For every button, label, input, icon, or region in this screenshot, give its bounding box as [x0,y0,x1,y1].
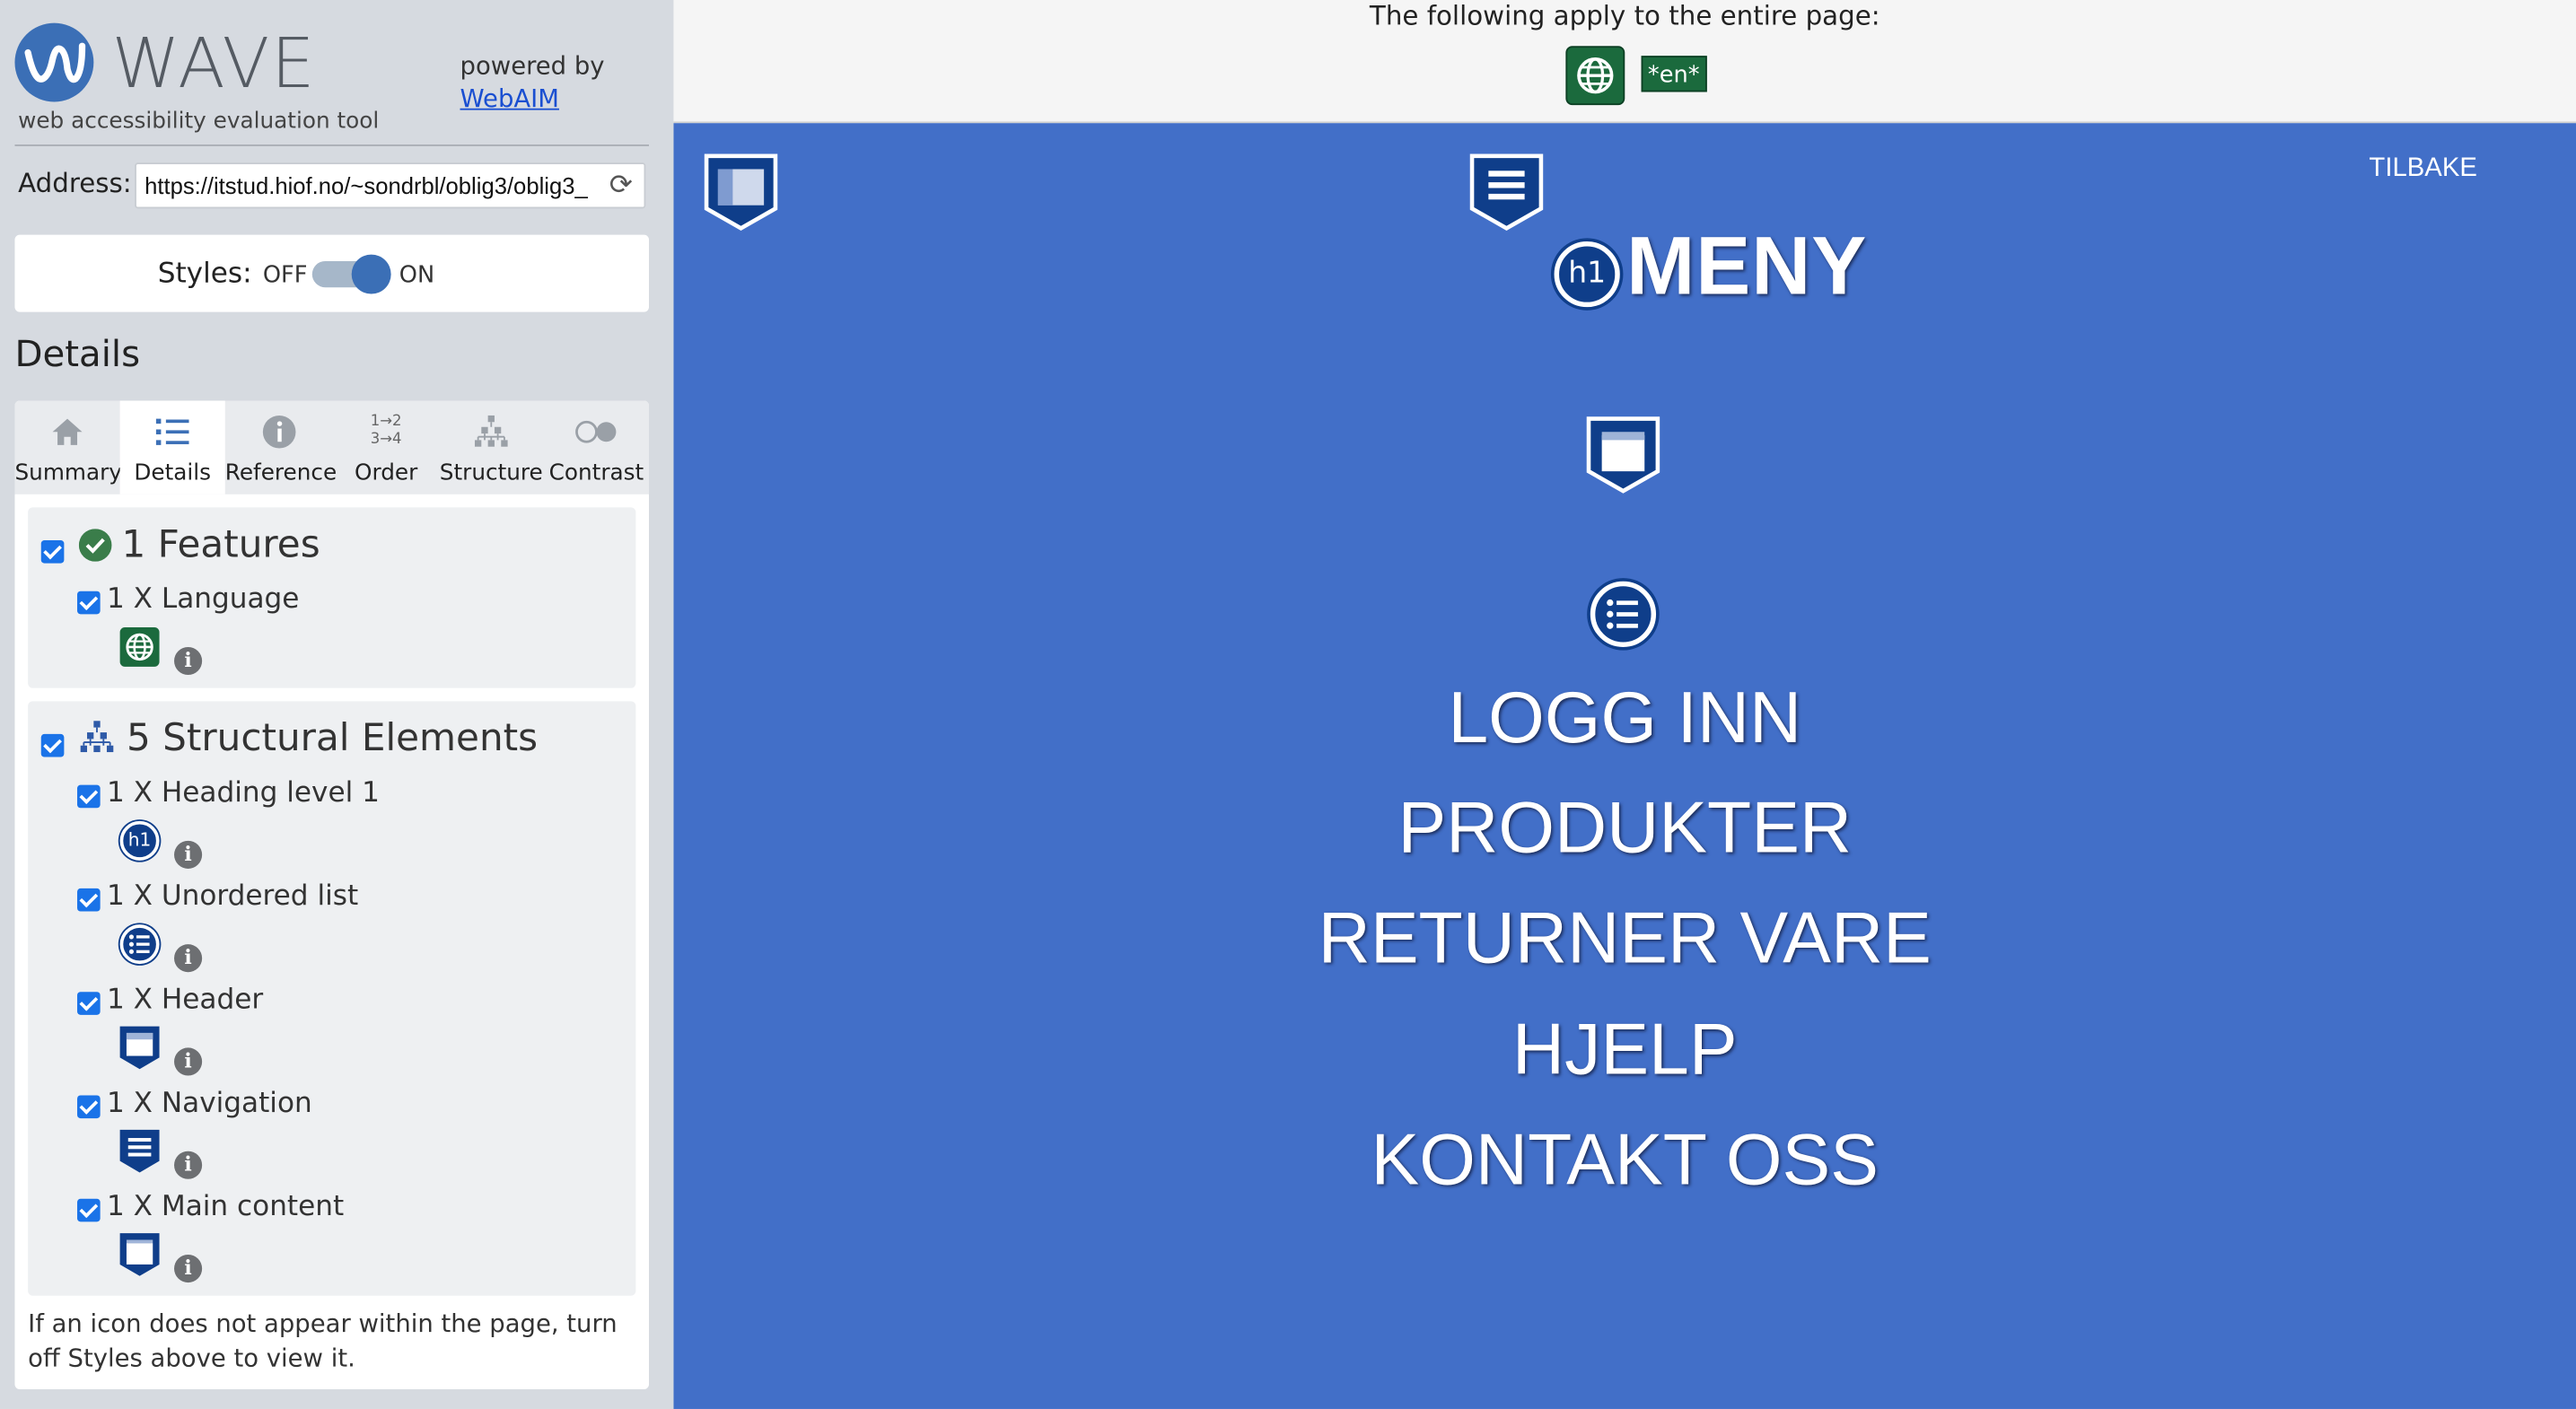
page-heading: MENY [1626,220,1868,312]
main-content-icon[interactable] [118,1231,162,1277]
structural-checkbox[interactable] [40,733,65,757]
header-checkbox[interactable] [77,992,101,1015]
styles-note: If an icon does not appear within the pa… [28,1308,618,1373]
language-info-icon[interactable]: i [174,646,203,676]
styles-on-label: ON [399,262,435,290]
structural-title: 5 Structural Elements [126,717,539,761]
heading-label: 1 X Heading level 1 [106,776,380,810]
nav-hjelp[interactable]: HJELP [673,1010,2576,1091]
powered-by-text: powered by [460,50,605,81]
main-content-info-icon[interactable]: i [174,1254,203,1283]
home-icon [14,414,119,450]
address-label: Address: [18,167,132,199]
info-icon [225,414,334,450]
language-badge[interactable]: *en* [1641,56,1706,92]
h1-icon[interactable]: h1 [119,820,160,861]
tab-contrast-label: Contrast [548,459,644,486]
tab-details-label: Details [134,459,212,486]
tab-reference[interactable]: Reference [224,400,337,494]
page-language-icon[interactable] [1565,46,1625,106]
list-icon [120,414,225,450]
tab-structure[interactable]: Structure [439,400,544,494]
language-label: 1 X Language [106,582,300,617]
heading-info-icon[interactable]: i [174,840,203,869]
tab-summary[interactable]: Summary [14,400,122,494]
navigation-label: 1 X Navigation [106,1087,312,1120]
order-icon: 1→2 3→4 [370,414,402,449]
address-input[interactable]: https://itstud.hiof.no/~sondrbl/oblig3/o… [135,162,646,209]
structure-group-icon [80,721,114,753]
page-info-bar: The following apply to the entire page: … [673,0,2576,124]
nav-logg-inn[interactable]: LOGG INN [673,678,2576,760]
unordered-list-label: 1 X Unordered list [106,880,359,914]
navigation-checkbox[interactable] [77,1095,101,1119]
details-panel: Summary Details Reference 1→2 3→4 Order … [14,400,650,1390]
webaim-link[interactable]: WebAIM [460,82,605,115]
tab-reference-label: Reference [224,459,337,486]
heading-checkbox[interactable] [77,784,101,809]
tab-order-label: Order [355,459,418,486]
feature-check-icon [78,529,112,562]
header-info-icon[interactable]: i [174,1047,203,1076]
contrast-icon [544,414,649,450]
tab-order[interactable]: 1→2 3→4 Order [334,400,439,494]
divider [14,144,650,146]
features-group: 1 Features 1 X Language i [28,507,636,688]
styles-toggle[interactable] [311,254,391,294]
header-icon[interactable] [118,1025,162,1071]
wave-logo-text: WAVE [111,22,317,104]
unordered-list-checkbox[interactable] [77,888,101,912]
nav-produkter[interactable]: PRODUKTER [673,788,2576,870]
unordered-list-icon[interactable] [119,924,160,965]
tilbake-link[interactable]: TILBAKE [2369,154,2476,184]
wave-logo-icon [14,22,94,102]
tab-details[interactable]: Details [119,400,225,494]
main-content-checkbox[interactable] [77,1198,101,1222]
navigation-icon[interactable] [118,1128,162,1174]
structure-icon [439,414,544,450]
page-body: TILBAKE h1 MENY LOGG INN PRODUKTER RETUR… [673,123,2576,1409]
header-label: 1 X Header [106,984,264,1017]
navigation-info-icon[interactable]: i [174,1151,203,1179]
styles-toggle-panel: Styles: OFF ON [14,234,650,312]
details-title: Details [14,335,141,377]
page-unordered-list-icon[interactable] [1590,581,1657,647]
features-checkbox[interactable] [40,540,65,564]
page-main-content-icon[interactable] [703,153,778,232]
page-header-icon[interactable] [1585,416,1660,494]
structural-group: 5 Structural Elements 1 X Heading level … [28,701,636,1296]
nav-kontakt-oss[interactable]: KONTAKT OSS [673,1120,2576,1202]
wave-subtitle: web accessibility evaluation tool [18,108,380,136]
apply-text: The following apply to the entire page: [1369,0,1880,31]
tab-bar: Summary Details Reference 1→2 3→4 Order … [14,400,650,494]
styles-label: Styles: [157,258,252,291]
tab-contrast[interactable]: Contrast [544,400,649,494]
tab-summary-label: Summary [14,459,122,486]
main-content-label: 1 X Main content [106,1190,345,1224]
page-preview: The following apply to the entire page: … [673,0,2576,1409]
language-icon[interactable] [119,626,160,667]
language-checkbox[interactable] [77,591,101,615]
refresh-icon[interactable]: ⟳ [598,163,644,207]
tab-structure-label: Structure [439,459,543,486]
powered-by: powered by WebAIM [460,49,605,115]
features-title: 1 Features [121,523,320,567]
unordered-list-info-icon[interactable]: i [174,944,203,973]
toggle-knob[interactable] [351,254,391,294]
nav-returner-vare[interactable]: RETURNER VARE [673,898,2576,980]
wave-sidebar: WAVE web accessibility evaluation tool p… [0,0,674,1409]
page-h1-icon[interactable]: h1 [1554,241,1620,308]
address-value[interactable]: https://itstud.hiof.no/~sondrbl/oblig3/o… [145,172,588,198]
styles-off-label: OFF [262,262,308,290]
page-navigation-icon[interactable] [1468,153,1544,232]
